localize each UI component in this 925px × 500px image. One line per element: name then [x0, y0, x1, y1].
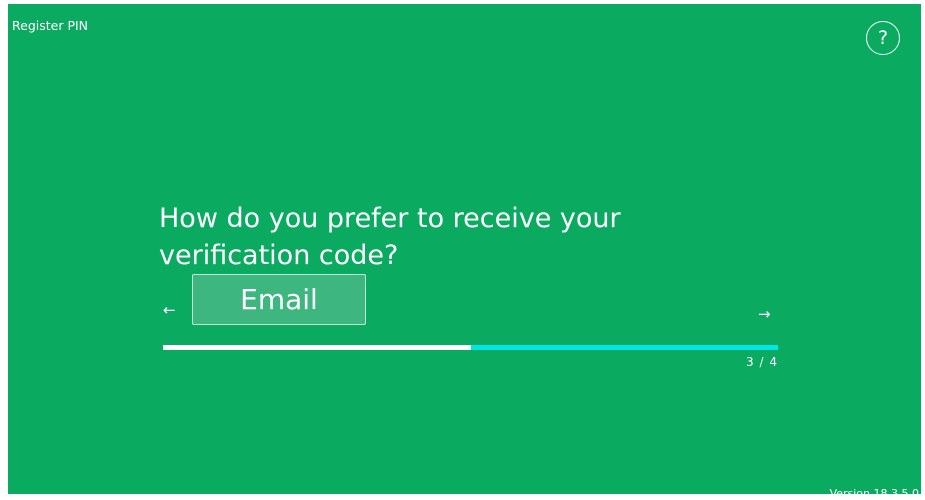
verification-method-selector[interactable]: Email: [192, 274, 366, 325]
app-screen: Register PIN ? How do you prefer to rece…: [8, 4, 921, 500]
progress-bar: [163, 345, 778, 350]
question-circle-icon: ?: [877, 26, 889, 49]
version-label: Version 18.3.5.0: [829, 487, 919, 500]
progress-bar-fill: [163, 345, 471, 350]
previous-option-button[interactable]: ←: [163, 302, 176, 318]
help-button[interactable]: ?: [866, 21, 900, 55]
verification-question: How do you prefer to receive your verifi…: [159, 203, 621, 271]
arrow-left-icon: ←: [163, 301, 176, 319]
selected-method-label: Email: [240, 283, 318, 316]
next-option-button[interactable]: →: [758, 306, 771, 322]
arrow-right-icon: →: [758, 305, 771, 323]
step-counter: 3 / 4: [746, 355, 778, 369]
app-title: Register PIN: [12, 18, 89, 33]
